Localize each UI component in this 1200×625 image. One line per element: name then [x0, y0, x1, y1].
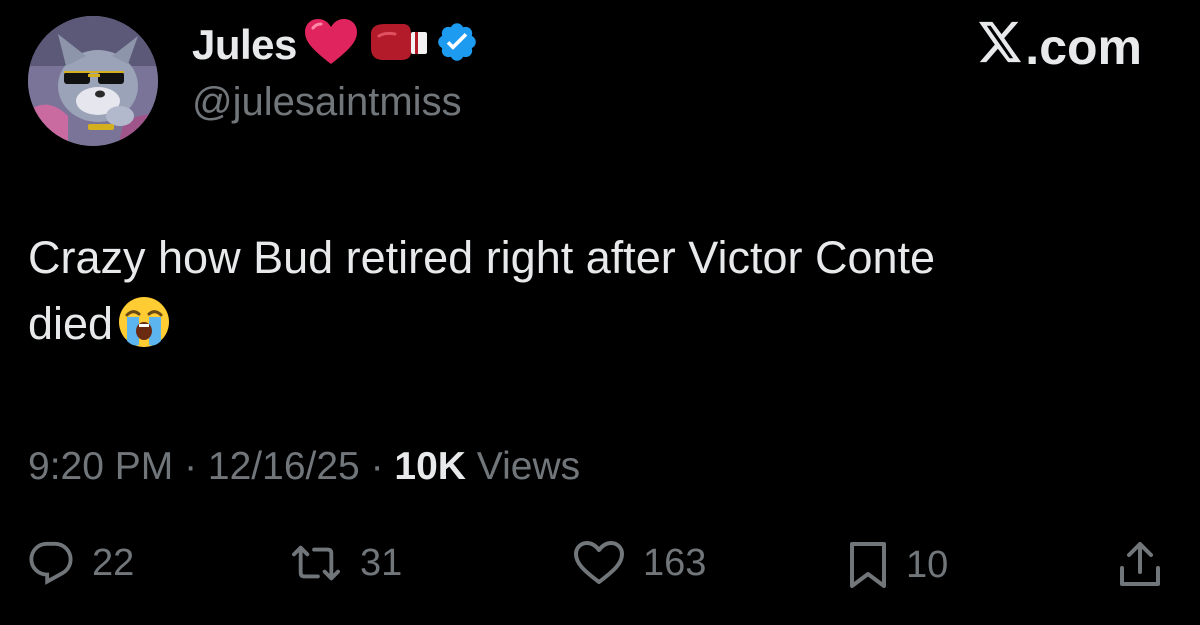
heart-icon [573, 540, 625, 586]
tweet-date[interactable]: 12/16/25 [208, 445, 360, 488]
tweet-text-line-1: Crazy how Bud retired right after Victor… [28, 232, 936, 283]
views-count: 10K [394, 445, 466, 488]
repost-count: 31 [360, 541, 403, 584]
reply-count: 22 [92, 541, 135, 584]
meta-separator: · [359, 445, 395, 488]
x-com-logo[interactable]: .com [977, 18, 1142, 76]
action-bar: 22 31 163 10 [28, 540, 1173, 610]
tweet-card: Jules @julesaintmiss .com Crazy how Bud … [0, 0, 1200, 625]
x-logo-domain-text: .com [1025, 19, 1142, 75]
tweet-text-line-2: died [28, 291, 1148, 367]
tweet-meta: 9:20 PM · 12/16/25 · 10K Views [28, 445, 580, 489]
reply-icon [28, 540, 74, 586]
tweet-text-line-2-words: died [28, 298, 114, 349]
heart-emoji-icon [303, 18, 359, 71]
reply-button[interactable]: 22 [28, 540, 134, 586]
display-name-text: Jules [192, 20, 297, 68]
cartoon-cat-avatar-icon [28, 16, 158, 146]
bookmark-button[interactable]: 10 [848, 540, 948, 590]
avatar[interactable] [28, 16, 158, 146]
share-button[interactable] [1118, 540, 1162, 588]
bookmark-icon [848, 540, 888, 590]
repost-icon [290, 540, 342, 586]
like-button[interactable]: 163 [573, 540, 706, 586]
tweet-time[interactable]: 9:20 PM [28, 445, 173, 488]
like-count: 163 [643, 541, 707, 584]
user-handle[interactable]: @julesaintmiss [192, 80, 462, 125]
boxing-glove-emoji-icon [365, 22, 429, 67]
verified-badge-icon [435, 20, 479, 69]
loudly-crying-face-emoji-icon [117, 295, 171, 367]
tweet-text: Crazy how Bud retired right after Victor… [28, 225, 1148, 367]
views-label: Views [465, 445, 581, 488]
share-icon [1118, 540, 1162, 588]
bookmark-count: 10 [906, 543, 949, 586]
repost-button[interactable]: 31 [290, 540, 402, 586]
display-name[interactable]: Jules [192, 18, 479, 71]
x-logo-icon [977, 18, 1023, 76]
meta-separator: · [173, 445, 208, 488]
